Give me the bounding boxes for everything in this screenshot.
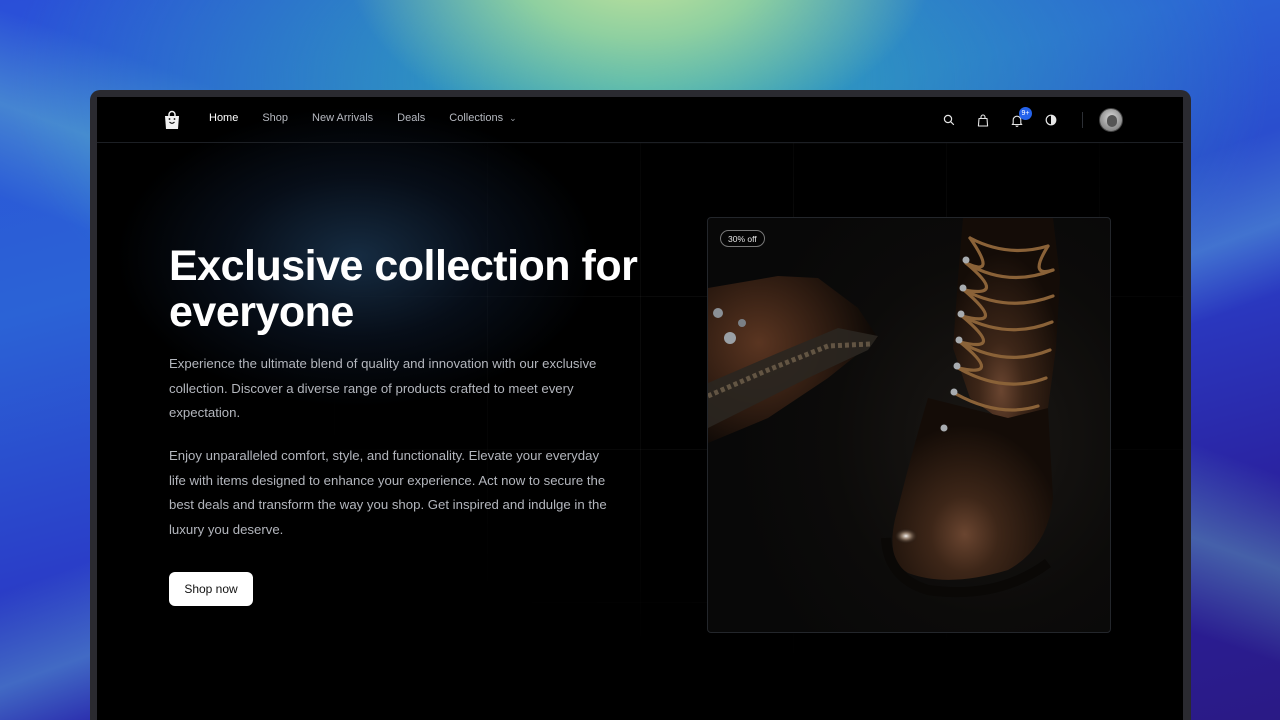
search-icon[interactable]: [932, 106, 966, 134]
notification-badge: 9+: [1019, 107, 1032, 120]
nav-deals-label: Deals: [397, 112, 426, 124]
discount-badge: 30% off: [720, 230, 765, 247]
avatar[interactable]: [1099, 108, 1123, 132]
chevron-down-icon: ⌄: [509, 112, 517, 123]
shopping-bag-icon[interactable]: [966, 106, 1000, 134]
nav-deals[interactable]: Deals: [397, 112, 425, 124]
top-navbar: Home Shop New Arrivals Deals Collections…: [97, 97, 1183, 143]
shop-logo-icon[interactable]: [163, 110, 181, 130]
hero-description-1: Experience the ultimate blend of quality…: [169, 356, 597, 420]
shop-now-button[interactable]: Shop now: [169, 572, 253, 606]
product-image-card[interactable]: 30% off: [707, 217, 1111, 633]
nav-home[interactable]: Home: [209, 112, 238, 124]
theme-toggle-icon[interactable]: [1034, 106, 1068, 134]
notifications-button[interactable]: 9+: [1000, 106, 1034, 134]
nav-actions: 9+: [932, 106, 1123, 134]
nav-collections-label: Collections: [449, 112, 504, 124]
nav-shop[interactable]: Shop: [262, 112, 288, 124]
nav-divider: [1082, 112, 1083, 128]
hero-title: Exclusive collection for everyone: [169, 242, 638, 336]
browser-viewport: Home Shop New Arrivals Deals Collections…: [97, 97, 1183, 720]
boot-photo: [708, 218, 1060, 598]
nav-new-arrivals[interactable]: New Arrivals: [312, 112, 373, 124]
hero-description-2: Enjoy unparalleled comfort, style, and f…: [169, 448, 607, 537]
nav-home-label: Home: [209, 112, 239, 124]
nav-new-arrivals-label: New Arrivals: [312, 112, 374, 124]
nav-collections[interactable]: Collections ⌄: [449, 112, 516, 124]
nav-shop-label: Shop: [262, 112, 289, 124]
nav-links: Home Shop New Arrivals Deals Collections…: [209, 112, 541, 124]
